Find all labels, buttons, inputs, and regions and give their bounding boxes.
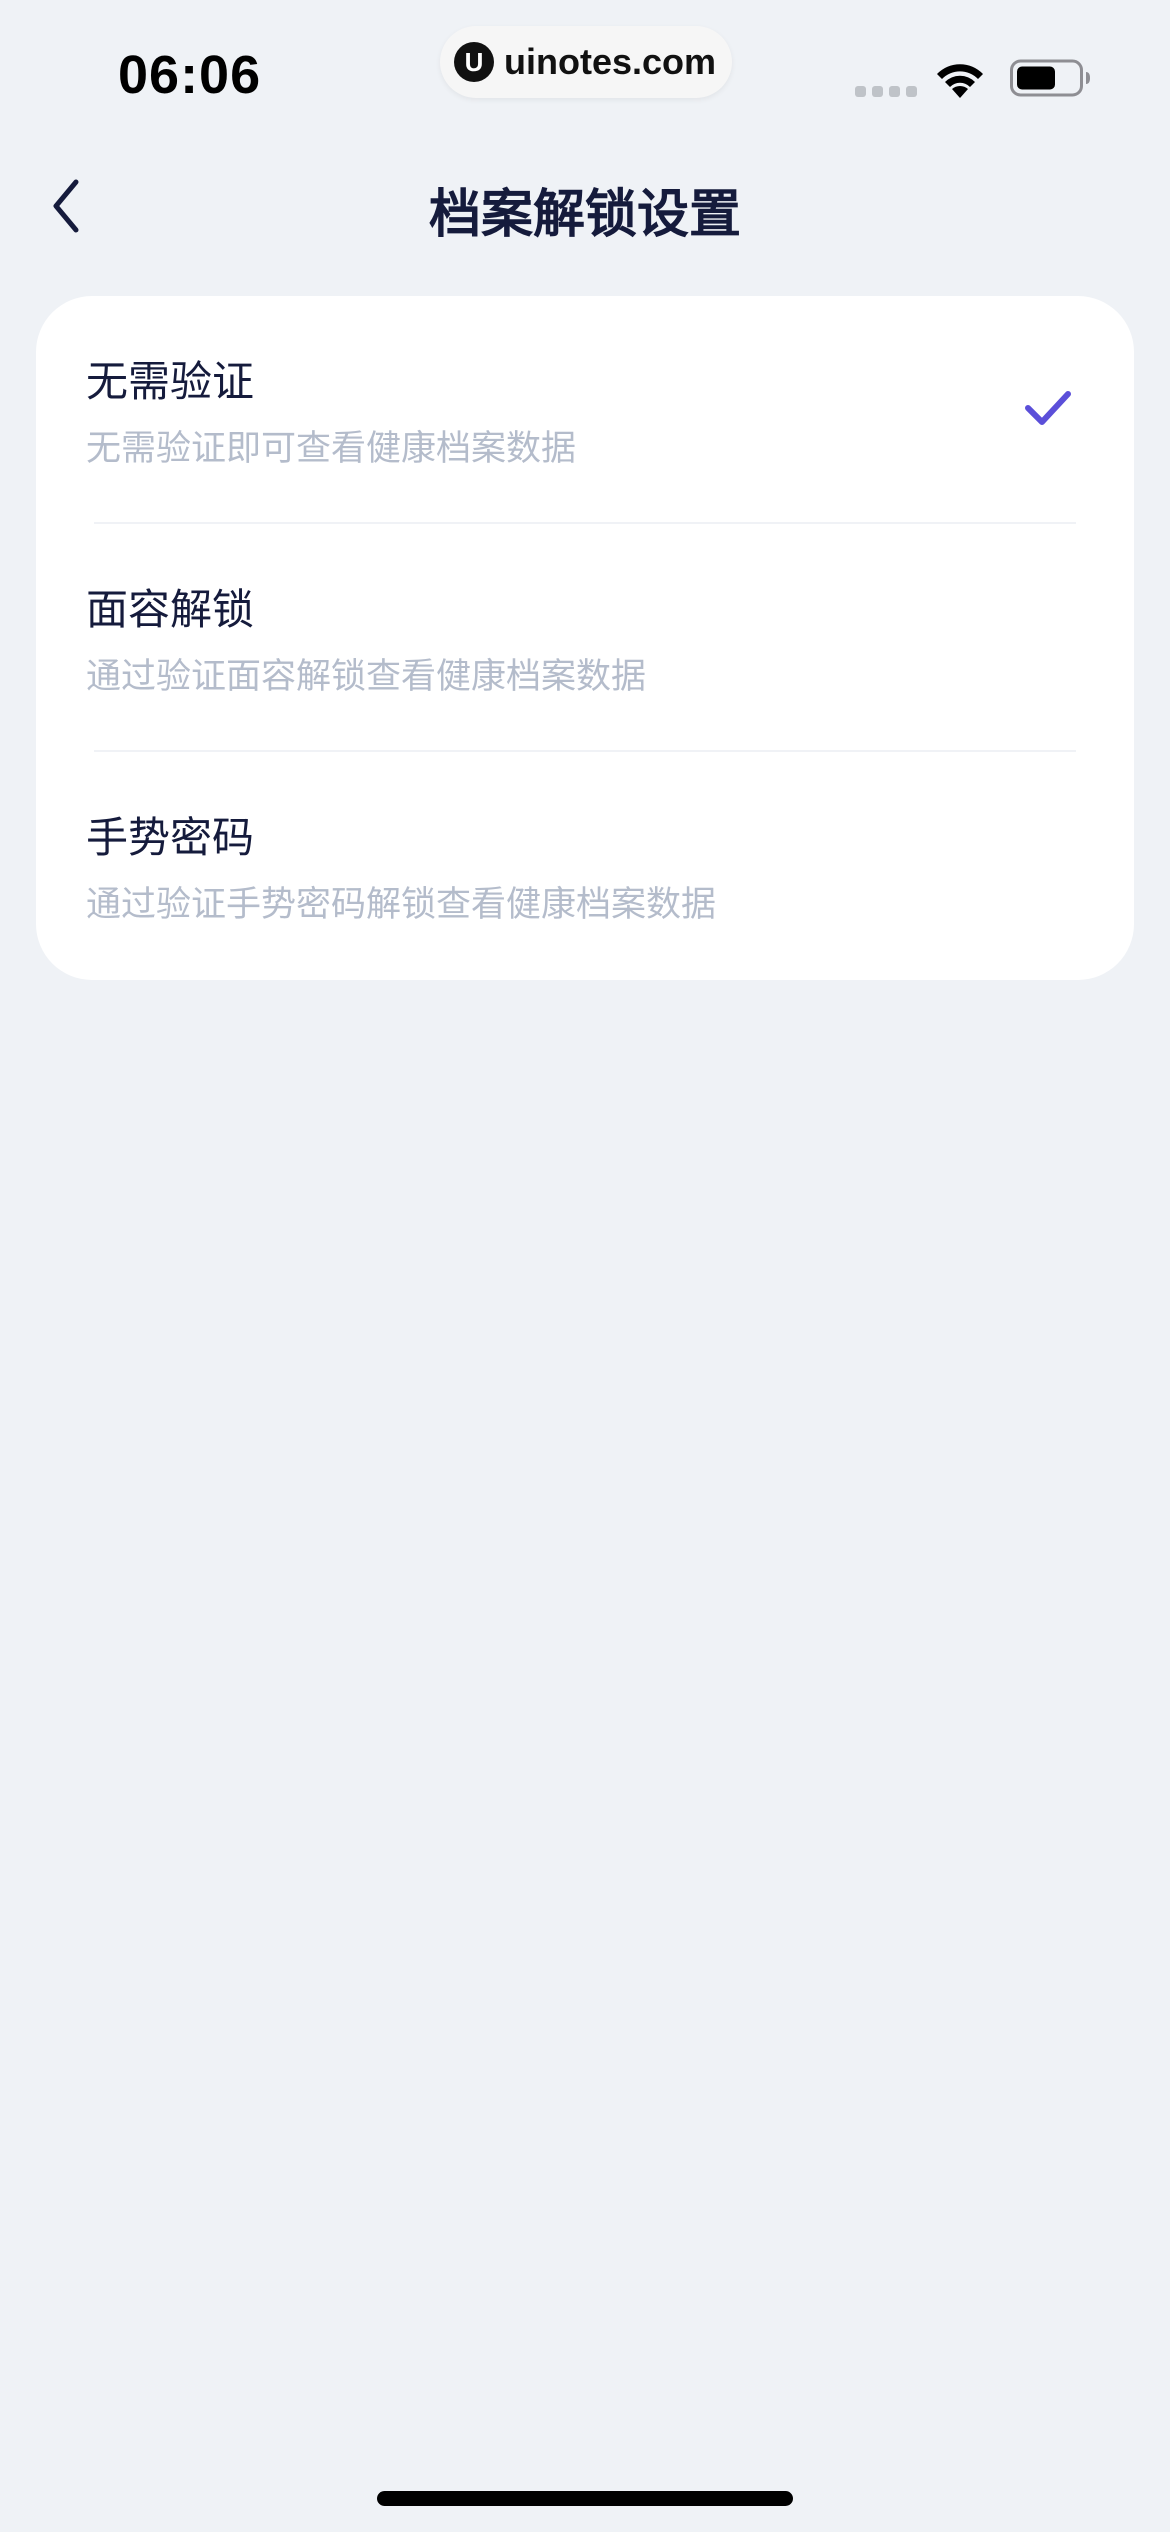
option-description: 无需验证即可查看健康档案数据 <box>86 429 577 469</box>
option-description: 通过验证面容解锁查看健康档案数据 <box>86 657 647 697</box>
option-gesture-password[interactable]: 手势密码 通过验证手势密码解锁查看健康档案数据 <box>36 752 1134 980</box>
option-title: 无需验证 <box>86 357 255 406</box>
wifi-icon <box>937 64 983 98</box>
option-no-verification[interactable]: 无需验证 无需验证即可查看健康档案数据 <box>36 296 1134 524</box>
watermark-logo-icon: U <box>454 42 494 82</box>
checkmark-icon <box>1025 391 1071 425</box>
watermark-badge: U uinotes.com <box>440 26 732 98</box>
unlock-options-card: 无需验证 无需验证即可查看健康档案数据 面容解锁 通过验证面容解锁查看健康档案数… <box>36 296 1134 980</box>
signal-dots-icon <box>855 86 917 97</box>
navigation-bar: 档案解锁设置 <box>0 150 1170 260</box>
status-bar: 06:06 U uinotes.com <box>0 0 1170 140</box>
home-indicator <box>377 2491 793 2506</box>
option-description: 通过验证手势密码解锁查看健康档案数据 <box>86 885 717 925</box>
page-title: 档案解锁设置 <box>428 185 741 245</box>
watermark-text: uinotes.com <box>504 41 717 82</box>
status-time: 06:06 <box>118 45 262 105</box>
battery-icon <box>1010 59 1090 97</box>
option-face-unlock[interactable]: 面容解锁 通过验证面容解锁查看健康档案数据 <box>36 524 1134 752</box>
option-title: 手势密码 <box>86 813 255 862</box>
option-title: 面容解锁 <box>86 585 255 634</box>
